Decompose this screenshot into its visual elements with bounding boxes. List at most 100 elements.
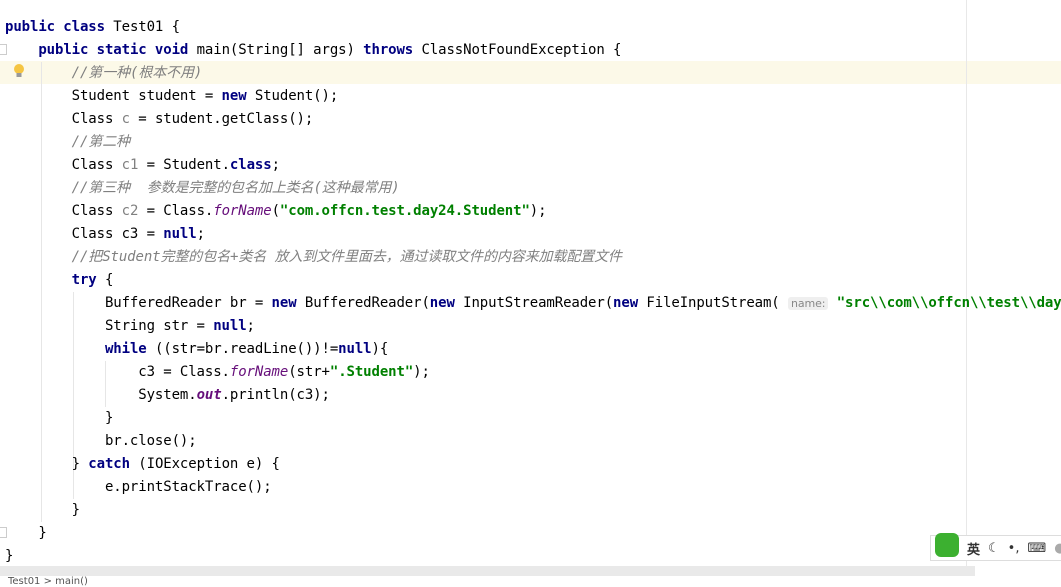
- code-token: );: [529, 203, 547, 219]
- code-line[interactable]: c3 = Class.forName(str+".Student");: [5, 361, 430, 384]
- code-token: out: [196, 387, 222, 403]
- code-line[interactable]: //第三种 参数是完整的包名加上类名(这种最常用): [5, 177, 400, 200]
- code-token: null: [213, 318, 247, 334]
- code-line[interactable]: BufferedReader br = new BufferedReader(n…: [5, 292, 1061, 315]
- code-token: Class c3 =: [5, 226, 164, 242]
- breadcrumb[interactable]: Test01 > main(): [8, 576, 88, 587]
- code-token: throws: [363, 42, 422, 58]
- code-line[interactable]: String str = null;: [5, 315, 255, 338]
- code-token: = student.getClass();: [129, 111, 314, 127]
- code-line[interactable]: //把Student完整的包名+类名 放入到文件里面去，通过读取文件的内容来加载…: [5, 246, 622, 269]
- code-line[interactable]: }: [5, 499, 80, 522]
- code-token: br.close();: [5, 433, 197, 449]
- code-token: BufferedReader(: [304, 295, 430, 311]
- code-line[interactable]: while ((str=br.readLine())!=null){: [5, 338, 388, 361]
- code-line[interactable]: } catch (IOException e) {: [5, 453, 280, 476]
- punctuation-icon[interactable]: •,: [1008, 541, 1020, 556]
- code-line[interactable]: }: [5, 407, 113, 430]
- code-token: "src\\com\\offcn\\test\\day24: [836, 295, 1061, 311]
- code-token: c: [121, 111, 130, 127]
- code-token: {: [104, 272, 114, 288]
- code-line[interactable]: System.out.println(c3);: [5, 384, 330, 407]
- code-token: (IOException e) {: [138, 456, 280, 472]
- code-token: = Student.: [138, 157, 230, 173]
- code-token: public class: [5, 19, 114, 35]
- code-token: //第一种(根本不用): [71, 65, 203, 81]
- code-token: }: [5, 525, 47, 541]
- right-margin-guide: [966, 0, 967, 566]
- code-token: (str+: [288, 364, 330, 380]
- code-line[interactable]: //第一种(根本不用): [5, 62, 203, 85]
- code-token: new: [221, 88, 255, 104]
- code-token: FileInputStream(: [646, 295, 788, 311]
- code-token: Class: [5, 203, 122, 219]
- code-line[interactable]: //第二种: [5, 131, 130, 154]
- ime-language[interactable]: 英: [967, 539, 980, 558]
- code-token: new: [429, 295, 464, 311]
- code-token: ){: [371, 341, 389, 357]
- code-line[interactable]: try {: [5, 269, 114, 292]
- sogou-logo-icon[interactable]: [935, 533, 959, 557]
- code-token: main(String[] args): [196, 42, 364, 58]
- code-token: public static void: [38, 42, 197, 58]
- code-token: forName: [229, 364, 289, 380]
- code-token: null: [163, 226, 197, 242]
- code-token: ;: [271, 157, 280, 173]
- code-token: }: [5, 548, 14, 564]
- code-line[interactable]: Class c1 = Student.class;: [5, 154, 280, 177]
- code-line[interactable]: Student student = new Student();: [5, 85, 339, 108]
- code-token: while: [104, 341, 155, 357]
- code-token: ;: [196, 226, 205, 242]
- code-token: );: [413, 364, 430, 380]
- code-token: .println(c3);: [221, 387, 330, 403]
- code-line[interactable]: public class Test01 {: [5, 16, 180, 39]
- code-token: c2: [121, 203, 139, 219]
- parameter-hint: name:: [787, 297, 829, 310]
- code-token: "com.offcn.test.day24.Student": [279, 203, 530, 219]
- moon-icon[interactable]: ☾: [988, 541, 1000, 556]
- code-token: new: [613, 295, 647, 311]
- code-token: ;: [246, 318, 255, 334]
- code-line[interactable]: br.close();: [5, 430, 197, 453]
- code-line[interactable]: e.printStackTrace();: [5, 476, 272, 499]
- code-token: //第三种 参数是完整的包名加上类名(这种最常用): [71, 180, 400, 196]
- code-token: Student();: [254, 88, 339, 104]
- user-icon[interactable]: ●: [1054, 541, 1061, 556]
- code-token: Student student =: [5, 88, 222, 104]
- code-line[interactable]: public static void main(String[] args) t…: [5, 39, 621, 62]
- code-editor[interactable]: public class Test01 { public static void…: [0, 0, 1061, 566]
- code-token: System.: [5, 387, 197, 403]
- code-line[interactable]: Class c3 = null;: [5, 223, 205, 246]
- code-token: }: [5, 456, 89, 472]
- code-token: forName: [213, 203, 272, 219]
- code-token: e.printStackTrace();: [5, 479, 272, 495]
- code-token: null: [338, 341, 372, 357]
- code-token: c1: [121, 157, 139, 173]
- keyboard-icon[interactable]: ⌨: [1027, 541, 1046, 556]
- code-token: String str =: [5, 318, 214, 334]
- code-token: //第二种: [71, 134, 130, 150]
- ime-toolbar[interactable]: 英 ☾ •, ⌨ ●: [930, 533, 1061, 561]
- code-token: c3 = Class.: [5, 364, 230, 380]
- code-token: }: [5, 502, 80, 518]
- code-token: new: [271, 295, 305, 311]
- code-token: Test01 {: [113, 19, 180, 35]
- code-token: ClassNotFoundException {: [421, 42, 622, 58]
- code-token: Class: [5, 157, 122, 173]
- code-line[interactable]: }: [5, 522, 47, 545]
- code-token: = Class.: [138, 203, 214, 219]
- code-token: try: [71, 272, 105, 288]
- code-token: ((str=br.readLine())!=: [154, 341, 339, 357]
- code-line[interactable]: Class c = student.getClass();: [5, 108, 314, 131]
- code-token: //把Student完整的包名+类名 放入到文件里面去，通过读取文件的内容来加载…: [71, 249, 622, 265]
- code-line[interactable]: Class c2 = Class.forName("com.offcn.test…: [5, 200, 547, 223]
- code-token: BufferedReader br =: [5, 295, 272, 311]
- code-line[interactable]: }: [5, 545, 13, 568]
